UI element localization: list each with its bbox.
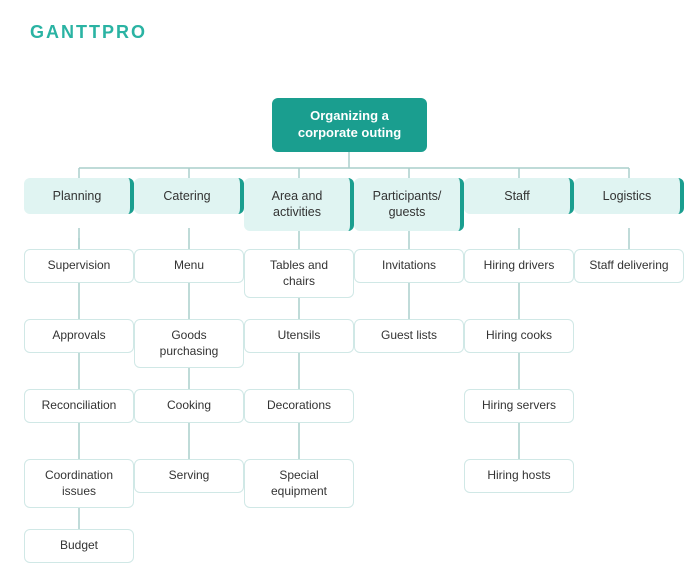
leaf-goods: Goods purchasing (134, 319, 244, 368)
leaf-special-eq: Special equipment (244, 459, 354, 508)
leaf-budget: Budget (24, 529, 134, 563)
leaf-cooking: Cooking (134, 389, 244, 423)
leaf-supervision: Supervision (24, 249, 134, 283)
leaf-reconciliation: Reconciliation (24, 389, 134, 423)
leaf-utensils: Utensils (244, 319, 354, 353)
root-label: Organizing a corporate outing (298, 108, 401, 140)
page: GANTTPRO (0, 0, 700, 579)
cat-area: Area and activities (244, 178, 354, 231)
leaf-tables: Tables and chairs (244, 249, 354, 298)
logo: GANTTPRO (30, 22, 147, 43)
root-node: Organizing a corporate outing (272, 98, 427, 152)
leaf-approvals: Approvals (24, 319, 134, 353)
leaf-serving: Serving (134, 459, 244, 493)
cat-logistics: Logistics (574, 178, 684, 214)
leaf-coordination: Coordination issues (24, 459, 134, 508)
cat-staff: Staff (464, 178, 574, 214)
leaf-hiring-cooks: Hiring cooks (464, 319, 574, 353)
leaf-hiring-hosts: Hiring hosts (464, 459, 574, 493)
leaf-menu: Menu (134, 249, 244, 283)
cat-catering: Catering (134, 178, 244, 214)
leaf-staff-delivering: Staff delivering (574, 249, 684, 283)
leaf-guest-lists: Guest lists (354, 319, 464, 353)
leaf-invitations: Invitations (354, 249, 464, 283)
leaf-hiring-drivers: Hiring drivers (464, 249, 574, 283)
leaf-decorations: Decorations (244, 389, 354, 423)
cat-participants: Participants/ guests (354, 178, 464, 231)
leaf-hiring-servers: Hiring servers (464, 389, 574, 423)
cat-planning: Planning (24, 178, 134, 214)
